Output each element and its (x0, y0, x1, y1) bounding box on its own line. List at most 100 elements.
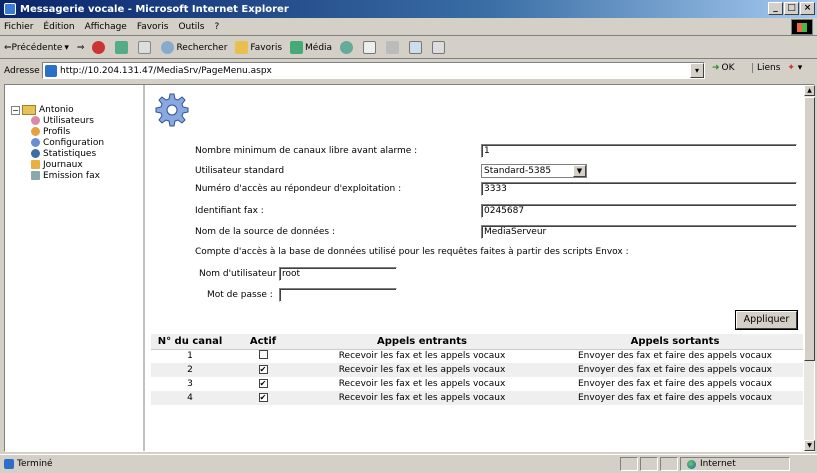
tree-item-journaux[interactable]: Journaux (31, 159, 143, 170)
col-active: Actif (229, 334, 297, 350)
db-account-label: Compte d'accès à la base de données util… (195, 247, 629, 257)
scroll-down-button[interactable]: ▼ (804, 440, 815, 451)
users-icon (31, 116, 40, 125)
menu-affichage[interactable]: Affichage (85, 22, 127, 32)
fax-id-input[interactable]: 0245687 (481, 204, 797, 218)
ie-icon (4, 3, 16, 15)
window-controls: _ □ × (768, 2, 815, 15)
chevron-down-icon: ▾ (64, 42, 69, 53)
address-url: http://10.204.131.47/MediaSrv/PageMenu.a… (60, 65, 272, 76)
forward-button[interactable]: ⇒ (77, 43, 85, 53)
tree-item-utilisateurs[interactable]: Utilisateurs (31, 115, 143, 126)
statistics-icon (31, 149, 40, 158)
active-checkbox[interactable] (258, 350, 268, 360)
config-pane: Nombre minimum de canaux libre avant ala… (147, 85, 803, 451)
menu-help[interactable]: ? (214, 22, 219, 32)
folder-icon (22, 105, 36, 115)
tree-item-profils[interactable]: Profils (31, 126, 143, 137)
tree-item-statistiques[interactable]: Statistiques (31, 148, 143, 159)
active-checkbox[interactable]: ✔ (258, 379, 268, 388)
go-arrow-icon: ➜ (712, 63, 720, 73)
search-button[interactable]: Rechercher (161, 41, 227, 54)
nav-tree: − Antonio Utilisateurs Profils Configura… (5, 85, 145, 451)
apply-button[interactable]: Appliquer (736, 311, 797, 329)
edit-button[interactable] (409, 41, 424, 54)
back-button[interactable]: ⇐ Précédente ▾ (4, 43, 69, 53)
mail-icon (363, 41, 377, 54)
col-incoming: Appels entrants (297, 334, 547, 350)
outgoing-cell: Envoyer des fax et faire des appels voca… (547, 363, 803, 377)
history-button[interactable] (340, 41, 355, 54)
tree-root-label: Antonio (39, 105, 74, 115)
gear-icon (31, 138, 40, 147)
username-input[interactable]: root (279, 267, 397, 281)
address-label: Adresse (4, 66, 40, 76)
status-text: Terminé (17, 459, 53, 469)
incoming-cell: Recevoir les fax et les appels vocaux (297, 391, 547, 405)
media-button[interactable]: Média (290, 41, 332, 54)
active-checkbox[interactable]: ✔ (258, 393, 268, 402)
incoming-cell: Recevoir les fax et les appels vocaux (338, 351, 506, 362)
channel-number: 4 (151, 391, 229, 405)
table-row: 3 ✔ Recevoir les fax et les appels vocau… (151, 377, 803, 391)
min-channels-label: Nombre minimum de canaux libre avant ala… (195, 146, 418, 156)
access-number-label: Numéro d'accès au répondeur d'exploitati… (195, 184, 402, 194)
menu-outils[interactable]: Outils (178, 22, 204, 32)
scroll-up-button[interactable]: ▲ (804, 85, 815, 96)
search-icon (161, 41, 175, 54)
password-label: Mot de passe : (207, 290, 273, 300)
close-button[interactable]: × (800, 2, 815, 15)
channel-number: 1 (187, 351, 193, 362)
favorites-button[interactable]: Favoris (235, 41, 282, 54)
links-icon: ✦ (787, 63, 795, 73)
refresh-button[interactable] (115, 41, 130, 54)
standard-user-select[interactable]: Standard-5385 ▼ (481, 164, 587, 178)
address-dropdown-button[interactable]: ▾ (690, 63, 704, 78)
menu-edition[interactable]: Édition (43, 22, 74, 32)
address-input[interactable]: http://10.204.131.47/MediaSrv/PageMenu.a… (42, 62, 705, 79)
profiles-icon (31, 127, 40, 136)
security-zone: Internet (680, 457, 790, 471)
collapse-icon[interactable]: − (11, 105, 20, 115)
stop-button[interactable] (92, 41, 107, 54)
window-title: Messagerie vocale - Microsoft Internet E… (20, 3, 289, 15)
minimize-button[interactable]: _ (768, 2, 783, 15)
status-cell (620, 457, 638, 471)
scroll-thumb[interactable] (804, 97, 815, 361)
edit-icon (409, 41, 423, 54)
vertical-scrollbar[interactable]: ▲ ▼ (803, 85, 815, 451)
home-button[interactable] (138, 41, 153, 54)
discuss-button[interactable] (432, 41, 447, 54)
maximize-button[interactable]: □ (784, 2, 799, 15)
active-checkbox[interactable]: ✔ (258, 365, 268, 374)
password-input[interactable] (279, 288, 397, 302)
forward-arrow-icon: ⇒ (76, 42, 85, 53)
print-button[interactable] (386, 41, 401, 54)
datasource-input[interactable]: MediaServeur (481, 225, 797, 239)
menu-fichier[interactable]: Fichier (4, 22, 33, 32)
menu-favoris[interactable]: Favoris (137, 22, 169, 32)
table-header-row: N° du canal Actif Appels entrants Appels… (151, 334, 803, 350)
media-icon (290, 41, 304, 54)
tree-item-configuration[interactable]: Configuration (31, 137, 143, 148)
min-channels-input[interactable]: 1 (481, 144, 797, 158)
tree-root[interactable]: − Antonio (11, 105, 143, 115)
access-number-input[interactable]: 3333 (481, 182, 797, 196)
chevron-down-icon: ▾ (797, 63, 803, 73)
discuss-icon (432, 41, 446, 54)
chevron-down-icon[interactable]: ▼ (573, 165, 586, 177)
incoming-cell: Recevoir les fax et les appels vocaux (297, 363, 547, 377)
links-button[interactable]: Liens ✦ ▾ (752, 63, 802, 73)
globe-icon (687, 459, 696, 469)
window-titlebar: Messagerie vocale - Microsoft Internet E… (0, 0, 817, 18)
status-cell (640, 457, 658, 471)
mail-button[interactable] (363, 41, 378, 54)
table-row: 4 ✔ Recevoir les fax et les appels vocau… (151, 391, 803, 405)
toolbar: ⇐ Précédente ▾ ⇒ Rechercher Favoris Médi… (0, 37, 817, 59)
journal-icon (31, 160, 40, 169)
tree-item-emission-fax[interactable]: Emission fax (31, 170, 143, 181)
incoming-cell: Recevoir les fax et les appels vocaux (338, 379, 506, 389)
go-button[interactable]: ➜ OK (712, 63, 735, 73)
col-outgoing: Appels sortants (547, 334, 803, 350)
page-icon (45, 64, 57, 77)
